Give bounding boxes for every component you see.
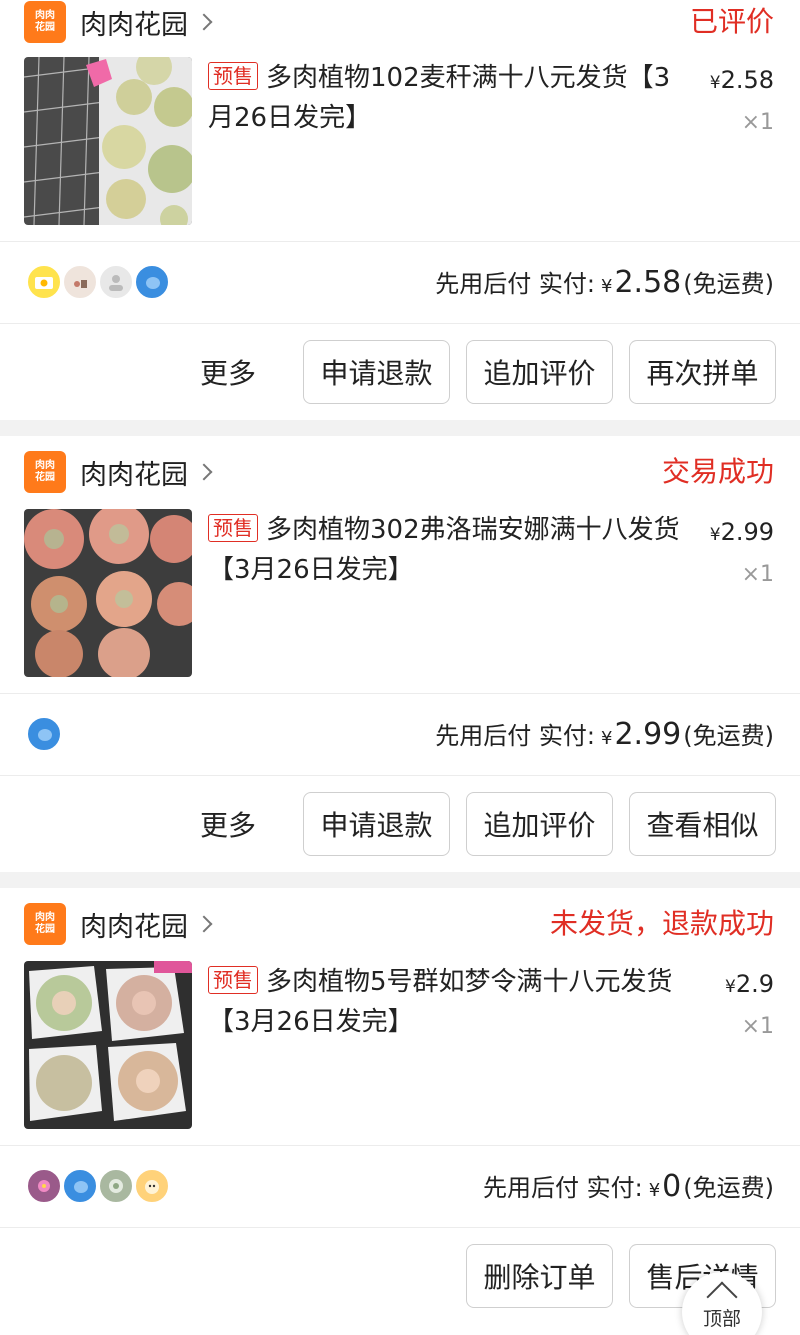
avatar xyxy=(98,1168,134,1204)
avatar xyxy=(62,264,98,300)
quantity: ×1 xyxy=(741,1014,774,1039)
unit-price: ¥2.58 xyxy=(710,66,774,94)
order-card: 肉肉 花园 肉肉花园 未发货，退款成功 预售 多肉植物5号群如梦令满十八元发货【3… xyxy=(0,888,800,1335)
product-title[interactable]: 预售 多肉植物5号群如梦令满十八元发货【3月26日发完】 xyxy=(208,962,688,1042)
shop-logo-text: 花园 xyxy=(35,924,55,935)
shop-logo-text: 花园 xyxy=(35,472,55,483)
quantity: ×1 xyxy=(741,110,774,135)
shipping-note: (免运费) xyxy=(683,270,774,298)
shop-header[interactable]: 肉肉 花园 肉肉花园 xyxy=(24,1,213,43)
shop-logo: 肉肉 花园 xyxy=(24,451,66,493)
add-review-button[interactable]: 追加评价 xyxy=(466,792,613,856)
unit-price: ¥2.99 xyxy=(710,518,774,546)
divider xyxy=(0,775,800,776)
group-avatars xyxy=(26,716,62,752)
currency-symbol: ¥ xyxy=(648,1180,661,1201)
unit-price: ¥2.9 xyxy=(725,970,774,998)
divider xyxy=(0,323,800,324)
group-avatars xyxy=(26,264,170,300)
order-card: 肉肉 花园 肉肉花园 交易成功 预售 多肉植物302弗洛瑞安娜满十八发货【3月26… xyxy=(0,436,800,872)
paid-label: 先用后付 实付: xyxy=(483,1174,643,1202)
paid-amount: 2.58 xyxy=(614,265,682,300)
avatar xyxy=(26,716,62,752)
presale-tag: 预售 xyxy=(208,514,258,542)
shop-logo: 肉肉 花园 xyxy=(24,1,66,43)
shop-logo: 肉肉 花园 xyxy=(24,903,66,945)
more-button[interactable]: 更多 xyxy=(200,804,256,844)
divider xyxy=(0,241,800,242)
product-title-text: 多肉植物302弗洛瑞安娜满十八发货【3月26日发完】 xyxy=(208,515,680,585)
unit-price-value: 2.99 xyxy=(720,518,774,546)
divider xyxy=(0,1227,800,1228)
shop-name[interactable]: 肉肉花园 xyxy=(80,905,188,944)
paid-summary: 先用后付 实付: ¥ 2.58 (免运费) xyxy=(435,264,774,300)
paid-label: 先用后付 实付: xyxy=(435,722,596,750)
currency-symbol: ¥ xyxy=(601,728,613,749)
chevron-right-icon xyxy=(195,463,213,481)
add-review-button[interactable]: 追加评价 xyxy=(466,340,613,404)
currency-symbol: ¥ xyxy=(709,73,721,93)
shop-name[interactable]: 肉肉花园 xyxy=(80,453,188,492)
currency-symbol: ¥ xyxy=(601,276,613,297)
avatar xyxy=(134,264,170,300)
product-title-text: 多肉植物5号群如梦令满十八元发货【3月26日发完】 xyxy=(208,967,673,1037)
shop-logo-text: 花园 xyxy=(35,22,55,33)
product-title-text: 多肉植物102麦秆满十八元发货【3月26日发完】 xyxy=(208,63,671,133)
shipping-note: (免运费) xyxy=(683,1174,774,1202)
chevron-right-icon xyxy=(195,915,213,933)
product-title[interactable]: 预售 多肉植物102麦秆满十八元发货【3月26日发完】 xyxy=(208,58,688,138)
presale-tag: 预售 xyxy=(208,62,258,90)
unit-price-value: 2.58 xyxy=(720,66,774,94)
shop-header[interactable]: 肉肉 花园 肉肉花园 xyxy=(24,903,213,945)
quantity: ×1 xyxy=(741,562,774,587)
avatar xyxy=(26,1168,62,1204)
shop-logo-text: 肉肉 xyxy=(35,10,55,21)
view-similar-button[interactable]: 查看相似 xyxy=(629,792,776,856)
avatar xyxy=(62,1168,98,1204)
shop-name[interactable]: 肉肉花园 xyxy=(80,3,188,42)
reorder-button[interactable]: 再次拼单 xyxy=(629,340,776,404)
refund-button[interactable]: 申请退款 xyxy=(303,792,450,856)
group-avatars xyxy=(26,1168,170,1204)
product-image[interactable] xyxy=(24,509,192,677)
product-title[interactable]: 预售 多肉植物302弗洛瑞安娜满十八发货【3月26日发完】 xyxy=(208,510,688,590)
shop-logo-text: 肉肉 xyxy=(35,460,55,471)
divider xyxy=(0,1145,800,1146)
product-image[interactable] xyxy=(24,57,192,225)
order-card: 肉肉 花园 肉肉花园 已评价 预售 多肉植物102麦秆满十八元发货【3月26日发完… xyxy=(0,0,800,420)
avatar xyxy=(134,1168,170,1204)
shipping-note: (免运费) xyxy=(683,722,774,750)
chevron-right-icon xyxy=(195,13,213,31)
paid-summary: 先用后付 实付: ¥ 0 (免运费) xyxy=(483,1168,774,1204)
unit-price-value: 2.9 xyxy=(735,970,774,998)
divider xyxy=(0,693,800,694)
shop-header[interactable]: 肉肉 花园 肉肉花园 xyxy=(24,451,213,493)
avatar xyxy=(98,264,134,300)
currency-symbol: ¥ xyxy=(725,977,736,997)
paid-summary: 先用后付 实付: ¥ 2.99 (免运费) xyxy=(435,716,774,752)
order-status: 已评价 xyxy=(689,5,774,38)
paid-amount: 2.99 xyxy=(614,717,682,752)
delete-order-button[interactable]: 删除订单 xyxy=(466,1244,613,1308)
order-status: 交易成功 xyxy=(661,455,774,488)
order-status: 未发货，退款成功 xyxy=(549,907,774,940)
more-button[interactable]: 更多 xyxy=(200,352,256,392)
avatar xyxy=(26,264,62,300)
product-image[interactable] xyxy=(24,961,192,1129)
presale-tag: 预售 xyxy=(208,966,258,994)
shop-logo-text: 肉肉 xyxy=(35,912,55,923)
paid-label: 先用后付 实付: xyxy=(435,270,596,298)
refund-button[interactable]: 申请退款 xyxy=(303,340,450,404)
currency-symbol: ¥ xyxy=(709,525,721,545)
paid-amount: 0 xyxy=(662,1169,682,1204)
